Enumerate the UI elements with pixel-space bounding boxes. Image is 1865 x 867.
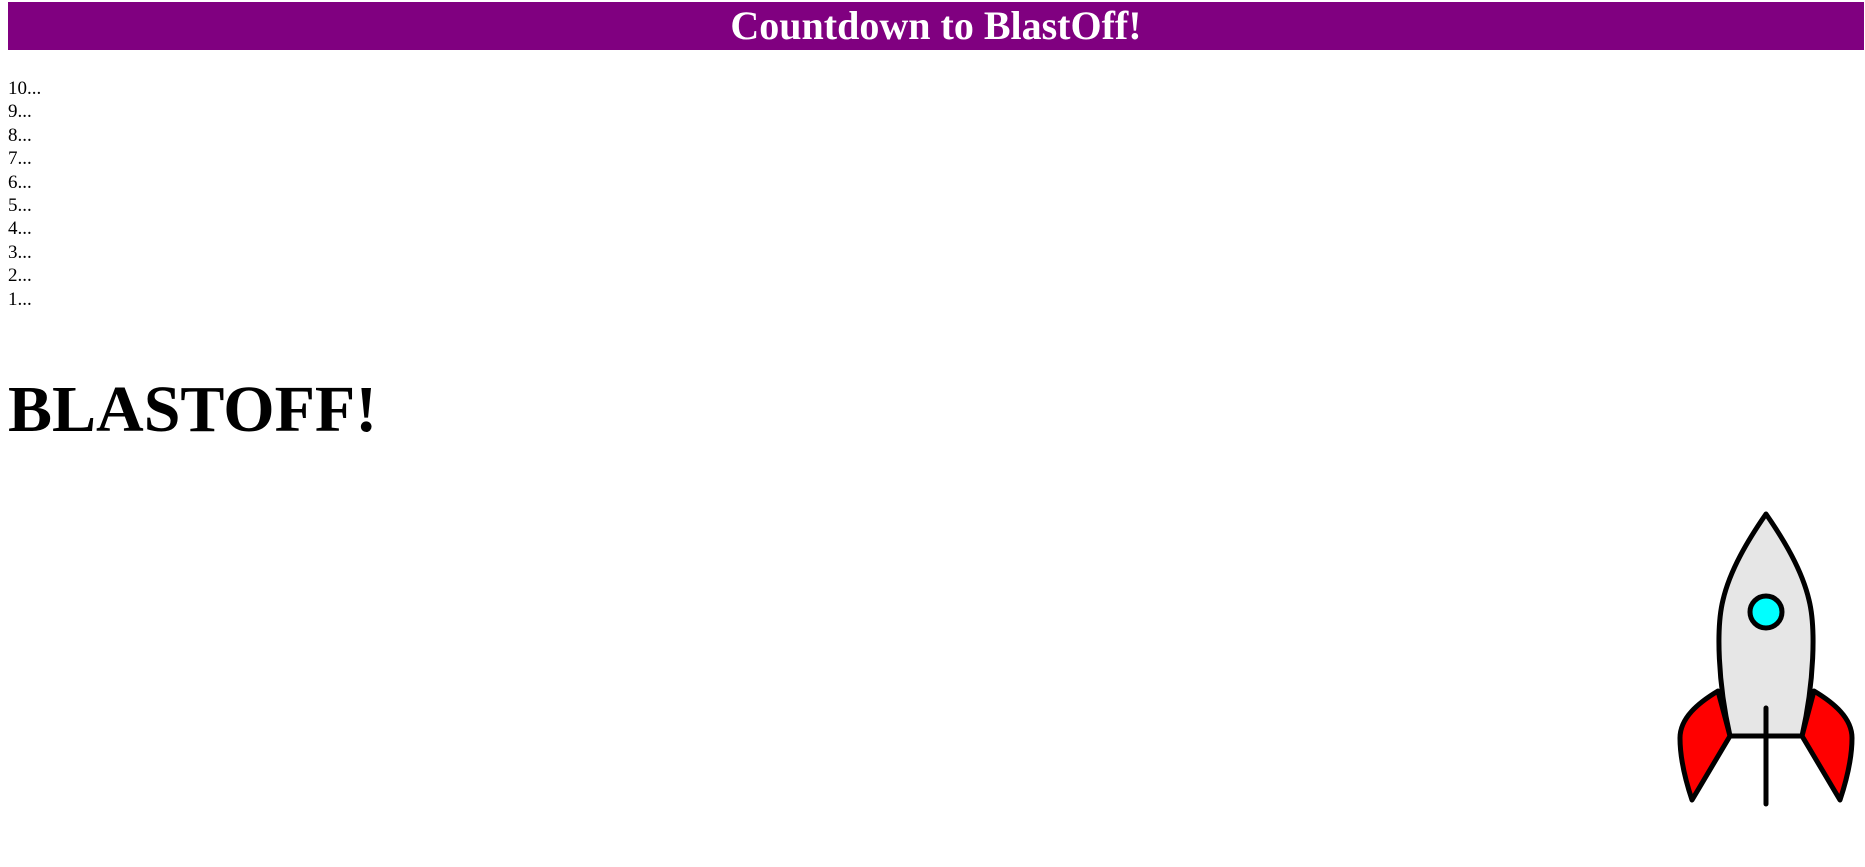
countdown-item: 4...: [8, 218, 32, 240]
countdown-item: 2...: [8, 265, 32, 287]
countdown-item: 6...: [8, 171, 32, 193]
rocket-window: [1747, 593, 1785, 631]
page-title: Countdown to BlastOff!: [8, 2, 1864, 50]
countdown-item: 10...: [8, 78, 42, 99]
rocket-icon: [1677, 511, 1855, 807]
countdown-item: 8...: [8, 124, 32, 146]
countdown-item: 7...: [8, 148, 32, 170]
countdown-item: 9...: [8, 101, 32, 123]
blastoff-heading: BLASTOFF!: [8, 373, 378, 446]
countdown-item: 5...: [8, 195, 32, 217]
countdown-item: 3...: [8, 241, 32, 263]
countdown-list: 10... 9... 8... 7... 6... 5... 4... 3...…: [8, 77, 41, 311]
countdown-item: 1...: [8, 288, 32, 310]
